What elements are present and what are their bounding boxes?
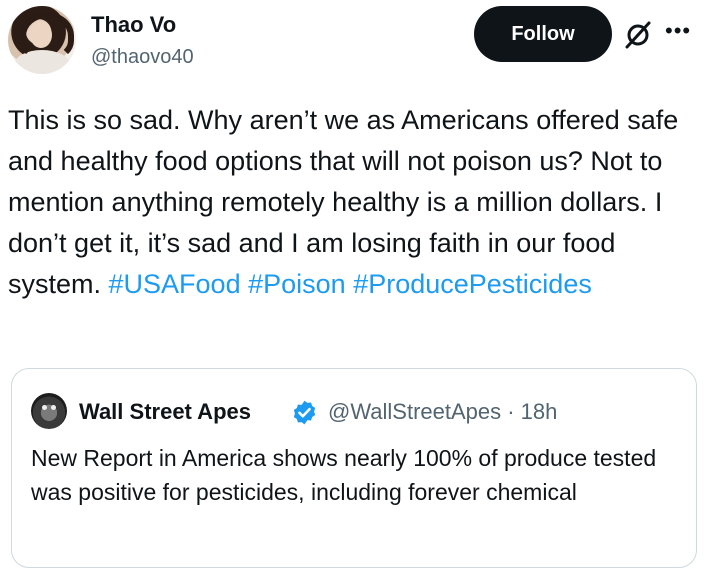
quoted-handle-time[interactable]: @WallStreetApes · 18h bbox=[328, 399, 557, 425]
hashtag-poison[interactable]: #Poison bbox=[248, 269, 346, 299]
avatar-eye-right bbox=[51, 405, 56, 410]
verified-badge-icon bbox=[293, 400, 316, 425]
author-name[interactable]: Thao Vo bbox=[91, 12, 176, 38]
author-handle[interactable]: @thaovo40 bbox=[91, 46, 194, 69]
more-options-icon[interactable]: ••• bbox=[665, 18, 691, 44]
quoted-avatar[interactable] bbox=[31, 393, 67, 429]
tweet-body: This is so sad. Why aren’t we as America… bbox=[8, 100, 698, 305]
follow-button[interactable]: Follow bbox=[474, 6, 612, 62]
hashtag-usafood[interactable]: #USAFood bbox=[109, 269, 241, 299]
quoted-tweet[interactable]: Wall Street Apes @WallStreetApes · 18h N… bbox=[11, 368, 697, 568]
author-avatar[interactable] bbox=[8, 6, 76, 74]
tweet-header: Thao Vo @thaovo40 Follow ••• bbox=[8, 6, 709, 76]
avatar-eye-left bbox=[42, 405, 47, 410]
avatar-face bbox=[30, 22, 52, 48]
hashtag-producepesticides[interactable]: #ProducePesticides bbox=[353, 269, 592, 299]
grok-icon[interactable] bbox=[623, 20, 653, 50]
quoted-text: New Report in America shows nearly 100% … bbox=[31, 445, 657, 505]
quoted-author-name[interactable]: Wall Street Apes bbox=[79, 399, 251, 425]
